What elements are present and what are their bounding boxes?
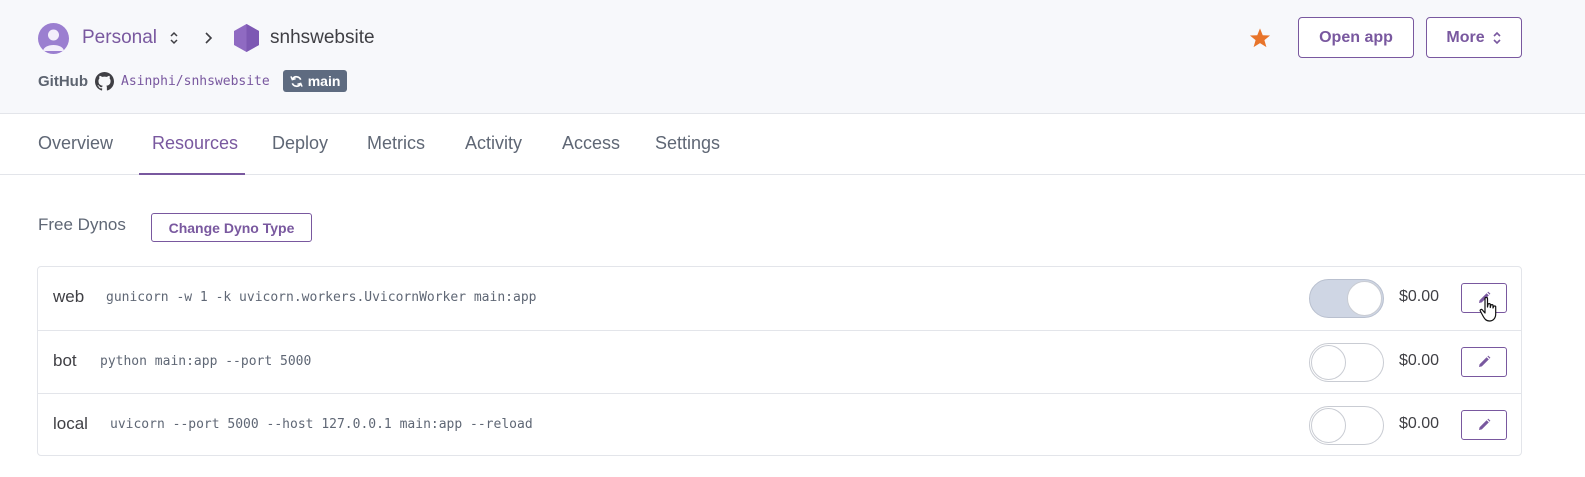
repo-connection: GitHub Asinphi/snhswebsite main — [38, 70, 348, 92]
chevron-up-down-icon — [170, 31, 178, 45]
dyno-toggle[interactable] — [1309, 343, 1384, 382]
dyno-name: web — [53, 287, 85, 306]
app-hex-icon — [234, 24, 259, 52]
account-switcher[interactable]: Personal — [82, 27, 179, 49]
repo-provider: GitHub — [38, 72, 88, 90]
chevron-right-icon — [205, 32, 213, 44]
chevron-up-down-icon — [1493, 31, 1501, 44]
github-icon — [95, 71, 114, 91]
dyno-name: bot — [53, 351, 77, 370]
list-item: bot python main:app --port 5000 $0.00 — [38, 330, 1521, 393]
sync-icon — [289, 75, 303, 87]
tab-overview[interactable]: Overview — [38, 114, 113, 175]
tab-metrics[interactable]: Metrics — [367, 114, 425, 175]
dyno-command: python main:app --port 5000 — [100, 354, 312, 369]
tab-deploy[interactable]: Deploy — [272, 114, 328, 175]
dyno-price: $0.00 — [1399, 288, 1440, 305]
tab-resources[interactable]: Resources — [152, 114, 238, 175]
toggle-knob — [1311, 408, 1346, 443]
dyno-command: gunicorn -w 1 -k uvicorn.workers.Uvicorn… — [106, 290, 537, 305]
more-label: More — [1446, 28, 1485, 46]
dyno-price: $0.00 — [1399, 415, 1440, 432]
breadcrumb: Personal snhswebsite — [38, 22, 375, 54]
account-name: Personal — [82, 27, 157, 48]
pencil-icon — [1479, 355, 1491, 367]
list-item: web gunicorn -w 1 -k uvicorn.workers.Uvi… — [38, 267, 1521, 330]
dyno-command: uvicorn --port 5000 --host 127.0.0.1 mai… — [110, 417, 533, 432]
avatar[interactable] — [38, 22, 69, 54]
dyno-toggle[interactable] — [1309, 279, 1384, 318]
edit-dyno-button[interactable] — [1461, 410, 1507, 440]
branch-badge: main — [282, 70, 348, 92]
app-name[interactable]: snhswebsite — [270, 27, 375, 49]
app-header: Personal snhswebsite GitHub Asinphi/snhs… — [0, 0, 1585, 114]
repo-link[interactable]: Asinphi/snhswebsite — [121, 74, 270, 89]
dyno-list: web gunicorn -w 1 -k uvicorn.workers.Uvi… — [37, 266, 1522, 456]
app-tabs: Overview Resources Deploy Metrics Activi… — [0, 114, 1585, 175]
tab-activity[interactable]: Activity — [465, 114, 522, 175]
branch-name: main — [307, 73, 341, 89]
section-title: Free Dynos — [38, 215, 126, 234]
change-dyno-type-button[interactable]: Change Dyno Type — [151, 213, 312, 242]
active-tab-indicator — [139, 173, 245, 175]
toggle-knob — [1311, 345, 1346, 380]
dyno-price: $0.00 — [1399, 352, 1440, 369]
cursor-hand-icon — [1479, 296, 1497, 322]
dyno-name: local — [53, 414, 88, 433]
more-button[interactable]: More — [1426, 17, 1522, 58]
open-app-button[interactable]: Open app — [1298, 17, 1414, 58]
tab-access[interactable]: Access — [562, 114, 620, 175]
edit-dyno-button[interactable] — [1461, 347, 1507, 377]
tab-settings[interactable]: Settings — [655, 114, 720, 175]
pencil-icon — [1479, 418, 1491, 430]
star-icon[interactable] — [1249, 27, 1271, 49]
dyno-toggle[interactable] — [1309, 406, 1384, 445]
list-item: local uvicorn --port 5000 --host 127.0.0… — [38, 393, 1521, 455]
toggle-knob — [1347, 281, 1382, 316]
